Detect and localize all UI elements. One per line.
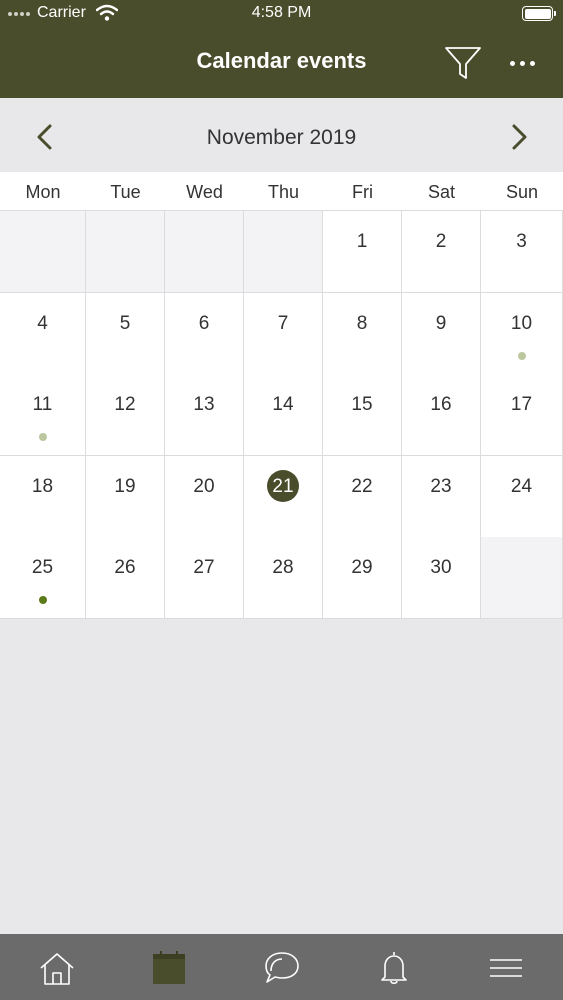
weekday-label: Sat [427,182,456,202]
month-label: November 2019 [206,126,357,149]
calendar-grid: 1 2 3 4 5 6 7 8 9 10 11 12 13 14 15 16 17 18 19 20 21 22 23 24 2… [0,211,563,620]
day-number: 17 [510,394,533,416]
day-number: 7 [277,312,289,334]
weekday-label: Fri [352,182,373,202]
day-number: 1 [356,231,368,252]
day-number: 29 [351,557,373,579]
weekday-label: Wed [186,182,223,202]
day-number: 30 [430,557,452,579]
day-cell[interactable]: 11 [0,374,86,457]
empty-day-cell [86,211,165,293]
day-number: 11 [32,394,53,416]
menu-icon [490,959,522,977]
tab-bar [0,934,563,1000]
next-month-button[interactable] [504,120,534,154]
day-cell[interactable]: 27 [165,537,244,620]
home-icon [40,953,74,985]
day-number: 13 [193,394,215,416]
day-number: 6 [198,312,210,334]
empty-day-cell [481,537,563,620]
day-number: 21 [272,475,294,497]
day-number: 25 [31,557,54,579]
day-cell[interactable]: 26 [86,537,165,620]
day-cell[interactable]: 4 [0,292,86,375]
weekday-label: Thu [267,182,300,202]
day-cell[interactable]: 28 [244,537,323,620]
day-number: 28 [272,557,294,579]
empty-day-cell [244,211,323,293]
day-cell[interactable]: 18 [0,455,86,538]
day-number: 8 [356,312,368,334]
day-number: 19 [114,475,136,497]
tab-home[interactable] [37,950,77,986]
day-number: 16 [430,394,452,416]
day-number: 12 [114,394,136,416]
weekday-header: Mon Tue Wed Thu Fri Sat Sun [0,172,563,211]
day-number: 15 [351,394,373,416]
day-cell[interactable]: 12 [86,374,165,457]
weekday-label: Mon [25,182,61,202]
top-bar: Carrier 4:58 PM Calendar events [0,0,563,98]
day-cell[interactable]: 23 [402,455,481,538]
day-number: 2 [435,231,447,252]
tab-messages[interactable] [262,950,302,986]
day-cell[interactable]: 14 [244,374,323,457]
bell-icon [381,952,407,985]
day-cell[interactable]: 29 [323,537,402,620]
day-number: 4 [37,312,48,334]
empty-day-cell [165,211,244,293]
day-number: 18 [31,475,54,497]
day-number: 26 [114,557,136,579]
day-number: 27 [193,557,215,579]
day-cell[interactable]: 16 [402,374,481,457]
day-cell[interactable]: 25 [0,537,86,620]
weekday-label: Tue [110,182,141,202]
weekday-label: Sun [505,182,539,202]
calendar-icon [153,951,185,984]
day-number: 9 [435,312,447,334]
tab-menu[interactable] [486,950,526,986]
day-number: 20 [193,475,215,497]
day-cell[interactable]: 8 [323,292,402,375]
day-cell[interactable]: 2 [402,211,481,293]
day-cell[interactable]: 15 [323,374,402,457]
day-cell[interactable]: 9 [402,292,481,375]
more-options-button[interactable] [500,50,544,76]
event-dot [38,433,47,442]
day-cell[interactable]: 19 [86,455,165,538]
day-number: 23 [430,475,452,497]
more-icon [509,60,515,66]
month-bar: November 2019 [0,98,563,172]
tab-notifications[interactable] [374,950,414,986]
day-cell[interactable]: 1 [323,211,402,293]
day-number: 10 [510,312,533,334]
day-cell[interactable]: 3 [481,211,563,293]
day-cell[interactable]: 17 [481,374,563,457]
chat-icon [265,952,299,983]
day-cell[interactable]: 6 [165,292,244,375]
filter-icon[interactable] [444,44,482,82]
day-number: 22 [351,475,373,497]
tab-calendar[interactable] [149,950,189,986]
day-cell[interactable]: 20 [165,455,244,538]
event-dot [517,351,526,360]
day-number: 24 [510,475,533,497]
empty-day-cell [0,211,86,293]
day-number: 14 [272,394,294,416]
clock: 4:58 PM [251,4,312,21]
day-cell[interactable]: 10 [481,292,563,375]
day-cell[interactable]: 24 [481,455,563,538]
day-number: 3 [516,231,527,252]
day-cell[interactable]: 30 [402,537,481,620]
day-cell[interactable]: 21 [244,455,323,538]
day-cell[interactable]: 7 [244,292,323,375]
day-cell[interactable]: 5 [86,292,165,375]
day-cell[interactable]: 13 [165,374,244,457]
event-dot [38,596,47,605]
day-cell[interactable]: 22 [323,455,402,538]
day-number: 5 [119,312,131,334]
battery-icon [522,6,556,21]
status-bar: Carrier 4:58 PM [0,0,563,28]
